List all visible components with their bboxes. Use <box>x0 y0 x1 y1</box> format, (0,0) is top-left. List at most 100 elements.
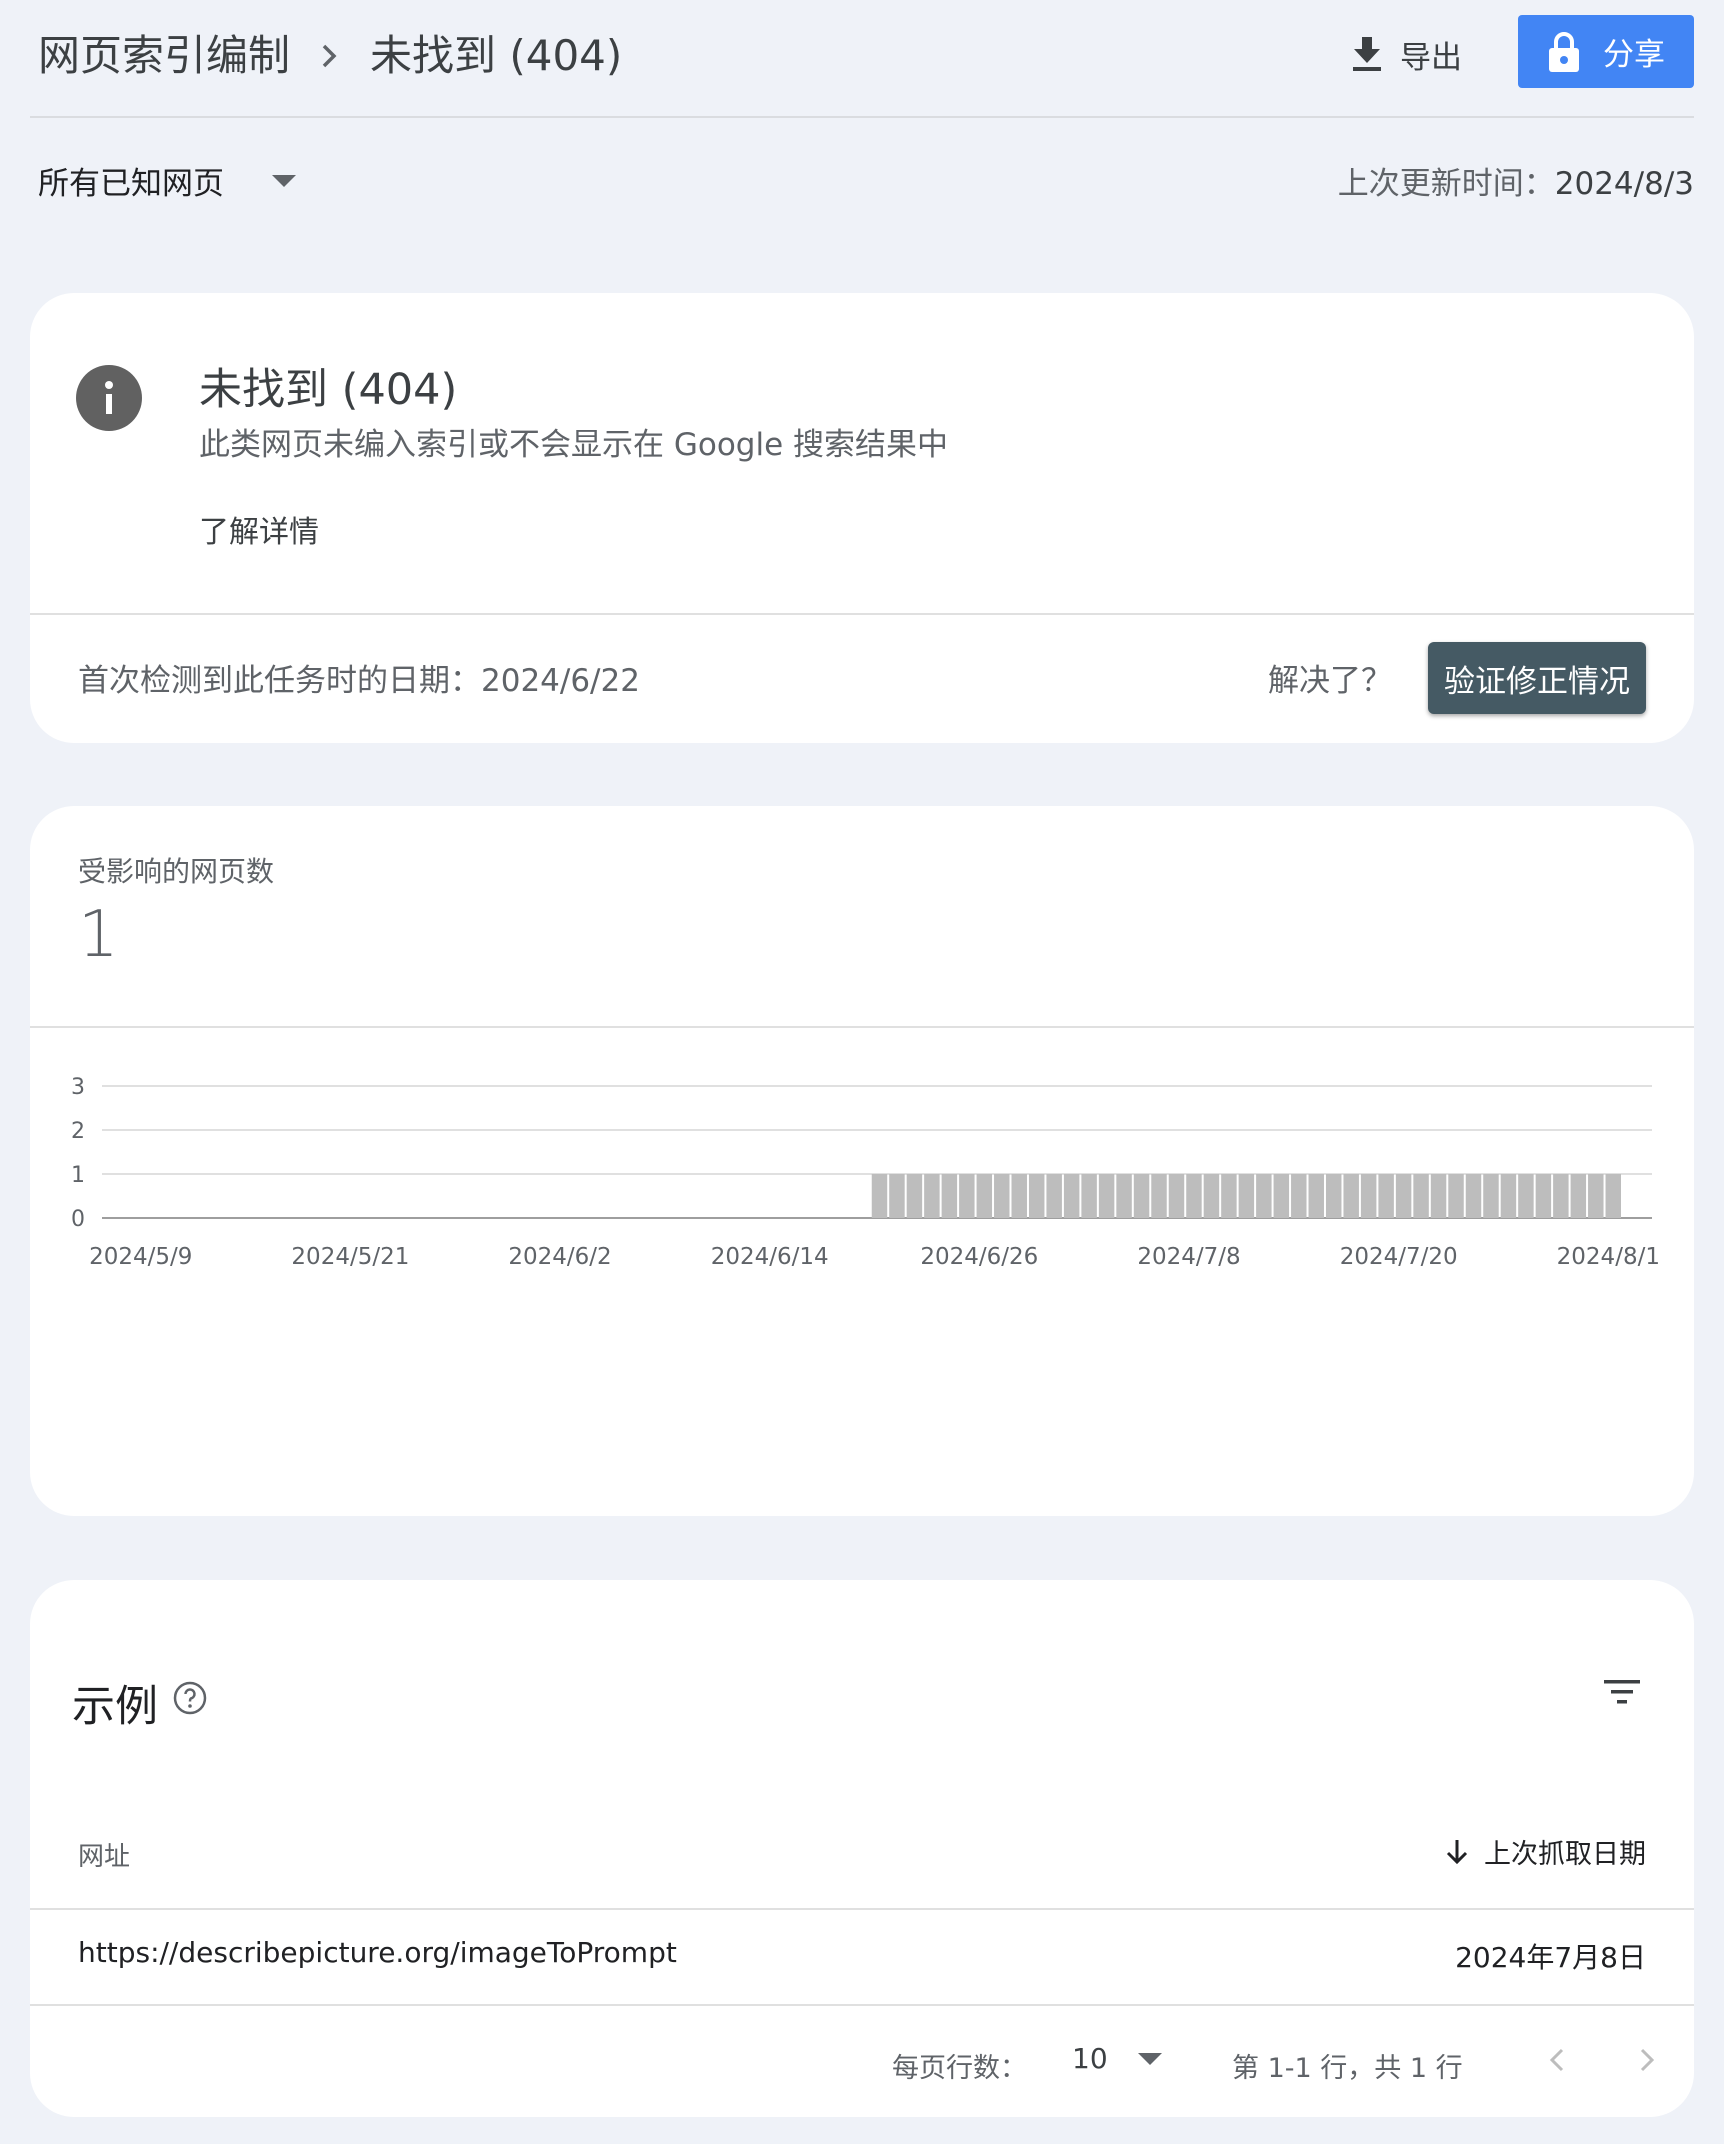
chart-bar <box>1028 1174 1045 1218</box>
share-label: 分享 <box>1603 37 1665 73</box>
chart-bar <box>1081 1174 1097 1218</box>
chart-bar <box>994 1174 1010 1218</box>
chart-bar <box>1465 1174 1482 1218</box>
chart-bar <box>1256 1174 1272 1218</box>
download-icon <box>1353 37 1381 71</box>
dropdown-arrow-icon <box>1137 2052 1162 2065</box>
x-tick-label: 2024/5/9 <box>89 1244 192 1270</box>
chart-bar <box>1221 1174 1237 1218</box>
breadcrumb-parent[interactable]: 网页索引编制 <box>38 28 290 84</box>
chart-bar <box>1151 1174 1167 1218</box>
info-icon <box>76 365 142 431</box>
chart-bar <box>976 1174 993 1218</box>
examples-card: 示例 网址 上次抓取日期 https://describepicture.org… <box>30 1580 1694 2117</box>
chart-bar <box>1360 1174 1377 1218</box>
table-header-divider <box>30 1908 1694 1910</box>
chart-bar <box>1605 1174 1621 1218</box>
table-row-divider <box>30 2004 1694 2006</box>
chart-bar <box>1378 1174 1394 1218</box>
export-button[interactable]: 导出 <box>1350 28 1462 80</box>
validate-fix-button[interactable]: 验证修正情况 <box>1428 642 1646 714</box>
chart-bar <box>1448 1174 1464 1218</box>
chart-bar <box>1570 1174 1587 1218</box>
chart-card: 受影响的网页数 1 0 1 2 3 2024/5/9 2024/5/21 2024/6/2 2… <box>30 806 1694 1516</box>
row-url[interactable]: https://describepicture.org/imageToPromp… <box>78 1936 677 1969</box>
share-button[interactable]: 分享 <box>1518 15 1694 88</box>
chart-bar <box>1168 1174 1185 1218</box>
filter-icon[interactable] <box>1602 1672 1642 1712</box>
last-updated-value: 2024/8/3 <box>1554 166 1694 202</box>
x-tick-label: 2024/5/21 <box>291 1244 409 1270</box>
chart-bar <box>924 1174 940 1218</box>
pagination-range: 第 1-1 行，共 1 行 <box>1232 2053 1463 2084</box>
chart-bar <box>871 1174 888 1218</box>
chart-bar <box>1273 1174 1290 1218</box>
chart-bar <box>1098 1174 1115 1218</box>
card-divider <box>30 613 1694 615</box>
y-tick-label: 0 <box>71 1207 85 1232</box>
page-filter-value: 所有已知网页 <box>38 166 224 202</box>
column-header-last-crawl-label: 上次抓取日期 <box>1484 1839 1646 1870</box>
chart-bar <box>1133 1174 1150 1218</box>
x-tick-label: 2024/7/20 <box>1340 1244 1458 1270</box>
learn-more-link[interactable]: 了解详情 <box>199 507 319 551</box>
chart-bar <box>1430 1174 1447 1218</box>
chart-bar <box>1553 1174 1569 1218</box>
chart-bar <box>906 1174 923 1218</box>
chevron-right-icon[interactable] <box>1626 2040 1666 2080</box>
first-detected-text: 首次检测到此任务时的日期：2024/6/22 <box>78 663 640 699</box>
y-tick-label: 3 <box>71 1075 85 1100</box>
issue-title: 未找到 (404) <box>199 365 458 415</box>
chart-bar <box>1535 1174 1552 1218</box>
chart-bar <box>1588 1174 1604 1218</box>
issue-card: 未找到 (404) 此类网页未编入索引或不会显示在 Google 搜索结果中 了… <box>30 293 1694 743</box>
affected-pages-chart: 0 1 2 3 2024/5/9 2024/5/21 2024/6/2 2024/6/14 20… <box>71 1075 1660 1270</box>
examples-title: 示例 <box>72 1682 158 1732</box>
chart-bar <box>1186 1174 1202 1218</box>
chart-bar <box>1325 1174 1342 1218</box>
chart-bar <box>1063 1174 1080 1218</box>
chart-bar <box>1238 1174 1255 1218</box>
x-tick-label: 2024/7/8 <box>1137 1244 1240 1270</box>
chart-bar <box>1395 1174 1412 1218</box>
chart-bar <box>1203 1174 1220 1218</box>
chart-bar <box>1343 1174 1359 1218</box>
affected-pages-label: 受影响的网页数 <box>78 855 275 888</box>
page-filter-dropdown[interactable]: 所有已知网页 <box>38 158 296 203</box>
chart-bar <box>1011 1174 1027 1218</box>
chevron-left-icon[interactable] <box>1538 2040 1578 2080</box>
chart-bar <box>959 1174 975 1218</box>
column-header-last-crawl[interactable]: 上次抓取日期 <box>1444 1832 1646 1871</box>
lock-icon <box>1549 31 1579 72</box>
rows-per-page-label: 每页行数： <box>892 2053 1027 2084</box>
export-label: 导出 <box>1400 39 1462 76</box>
chart-bar <box>1483 1174 1499 1218</box>
column-header-url[interactable]: 网址 <box>78 1836 130 1873</box>
chart-bar <box>1291 1174 1307 1218</box>
chart-bar <box>1046 1174 1062 1218</box>
chart-bar <box>1308 1174 1324 1218</box>
chart-bar <box>1116 1174 1132 1218</box>
header-divider <box>30 116 1694 118</box>
chart-bar <box>1413 1174 1429 1218</box>
last-updated: 上次更新时间：2024/8/3 <box>1338 158 1694 203</box>
resolved-label: 解决了？ <box>1268 663 1392 699</box>
dropdown-arrow-icon <box>272 174 296 187</box>
x-tick-label: 2024/6/2 <box>508 1244 611 1270</box>
rows-per-page-value: 10 <box>1072 2042 1108 2075</box>
issue-subtitle: 此类网页未编入索引或不会显示在 Google 搜索结果中 <box>199 427 949 463</box>
rows-per-page-select[interactable]: 10 <box>1072 2042 1162 2075</box>
chart-bar <box>1500 1174 1517 1218</box>
help-icon[interactable] <box>172 1680 208 1716</box>
chevron-right-icon <box>322 44 337 68</box>
page-title: 未找到 (404) <box>370 31 623 80</box>
chart-bar <box>1518 1174 1534 1218</box>
chart-bar <box>889 1174 905 1218</box>
x-tick-label: 2024/6/26 <box>920 1244 1038 1270</box>
row-date: 2024年7月8日 <box>1455 1941 1646 1974</box>
x-tick-label: 2024/6/14 <box>711 1244 829 1270</box>
last-updated-label: 上次更新时间： <box>1337 166 1555 202</box>
arrow-down-icon <box>1446 1839 1468 1864</box>
y-tick-label: 2 <box>71 1119 85 1144</box>
affected-pages-count: 1 <box>78 898 119 972</box>
